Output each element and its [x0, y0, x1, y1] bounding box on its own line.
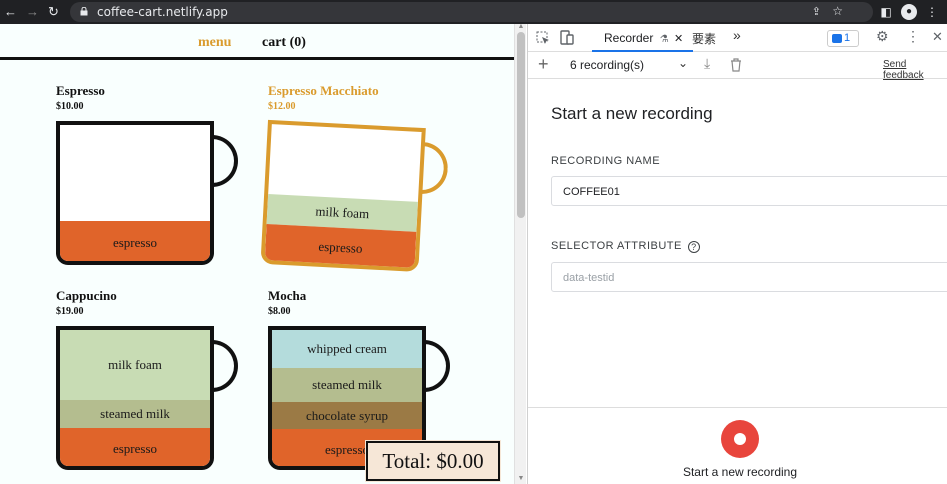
cup-body[interactable]: milk foam steamed milk espresso — [56, 326, 214, 470]
layer-milk-foam: milk foam — [60, 330, 210, 400]
reload-icon[interactable]: ↻ — [48, 4, 59, 20]
cup-cappucino[interactable]: milk foam steamed milk espresso — [56, 326, 238, 476]
recorder-footer: Start a new recording — [528, 407, 947, 484]
lock-icon — [80, 7, 88, 16]
layer-chocolate-syrup: chocolate syrup — [272, 402, 422, 429]
layer-espresso: espresso — [60, 428, 210, 466]
download-icon[interactable]: ⤓ — [704, 55, 710, 72]
coffee-cart-page: menu cart (0) Espresso $10.00 espresso E… — [0, 24, 514, 484]
share-icon[interactable]: ⇪ — [812, 5, 821, 18]
inspect-element-icon[interactable] — [536, 31, 550, 45]
kebab-menu-icon[interactable]: ⋮ — [924, 4, 940, 20]
start-recording-caption: Start a new recording — [682, 465, 798, 479]
recording-form-title: Start a new recording — [551, 104, 713, 123]
back-arrow-icon[interactable]: ← — [4, 4, 17, 20]
layer-whipped-cream: whipped cream — [272, 330, 422, 368]
top-nav: menu cart (0) — [0, 24, 514, 60]
cup-handle — [210, 340, 238, 392]
product-name-mocha: Mocha — [268, 288, 307, 303]
product-price-espresso: $10.00 — [56, 101, 84, 112]
experiment-flask-icon: ⚗ — [659, 34, 669, 45]
side-panel-icon[interactable]: ◧ — [878, 4, 894, 20]
address-bar[interactable]: coffee-cart.netlify.app ⇪ ☆ — [70, 2, 873, 22]
cup-handle — [422, 340, 450, 392]
product-name-espresso-macchiato: Espresso Macchiato — [268, 83, 379, 98]
recording-name-input[interactable]: COFFEE01 — [551, 176, 947, 206]
selector-attribute-input[interactable]: data-testid — [551, 262, 947, 292]
record-dot-icon — [734, 433, 746, 445]
product-name-espresso: Espresso — [56, 83, 105, 98]
product-price-espresso-macchiato: $12.00 — [268, 101, 296, 112]
cup-body[interactable]: milk foam espresso — [260, 119, 426, 272]
layer-steamed-milk: steamed milk — [60, 400, 210, 428]
more-tabs-icon[interactable]: » — [733, 27, 741, 43]
url-text: coffee-cart.netlify.app — [97, 5, 228, 19]
forward-arrow-icon[interactable]: → — [26, 4, 39, 20]
product-name-cappucino: Cappucino — [56, 288, 117, 303]
tab-recorder[interactable]: Recorder ⚗ ✕ — [592, 24, 694, 52]
close-devtools-icon[interactable]: ✕ — [932, 29, 943, 45]
close-tab-icon[interactable]: ✕ — [674, 33, 683, 45]
cup-espresso-macchiato[interactable]: milk foam espresso — [260, 119, 450, 278]
trash-icon[interactable] — [730, 58, 742, 72]
recorder-toolbar: + 6 recording(s) ⌄ ⤓ Send feedback — [528, 52, 947, 81]
scroll-down-arrow-icon[interactable]: ▼ — [517, 475, 525, 482]
recording-name-label: RECORDING NAME — [551, 155, 661, 167]
devtools-tabbar: Recorder ⚗ ✕ 要素 » 1 ⚙ ⋮ ✕ — [528, 24, 947, 52]
layer-espresso: espresso — [60, 221, 210, 261]
layer-espresso: espresso — [264, 223, 417, 272]
selector-attribute-label: SELECTOR ATTRIBUTE — [551, 240, 682, 252]
start-recording-button[interactable] — [721, 420, 759, 458]
chevron-down-icon[interactable]: ⌄ — [678, 56, 688, 70]
devtools-menu-icon[interactable]: ⋮ — [906, 28, 920, 45]
bookmark-star-icon[interactable]: ☆ — [832, 4, 843, 18]
product-price-cappucino: $19.00 — [56, 306, 84, 317]
devtools-panel: Recorder ⚗ ✕ 要素 » 1 ⚙ ⋮ ✕ + 6 recording(… — [527, 24, 947, 484]
issues-count: 1 — [844, 32, 851, 44]
scrollbar-thumb[interactable] — [517, 32, 525, 218]
issues-badge[interactable]: 1 — [827, 30, 859, 47]
cup-handle — [210, 135, 238, 187]
cup-espresso[interactable]: espresso — [56, 121, 238, 271]
device-toolbar-icon[interactable] — [560, 30, 574, 46]
settings-gear-icon[interactable]: ⚙ — [876, 28, 889, 45]
recordings-select[interactable]: 6 recording(s) — [570, 58, 644, 72]
page-scrollbar[interactable]: ▲ ▼ — [514, 23, 526, 484]
total-button[interactable]: Total: $0.00 — [366, 441, 500, 481]
add-recording-icon[interactable]: + — [538, 55, 549, 73]
selector-attribute-label-row: SELECTOR ATTRIBUTE? — [551, 240, 700, 253]
tab-elements[interactable]: 要素 — [692, 30, 716, 47]
message-icon — [832, 34, 842, 43]
nav-cart-link[interactable]: cart (0) — [262, 35, 306, 51]
layer-steamed-milk: steamed milk — [272, 368, 422, 402]
cup-body[interactable]: espresso — [56, 121, 214, 265]
profile-avatar-icon[interactable]: ● — [901, 4, 917, 20]
browser-toolbar: ← → ↻ coffee-cart.netlify.app ⇪ ☆ ◧ ● ⋮ — [0, 0, 947, 24]
help-icon[interactable]: ? — [687, 241, 700, 253]
tab-recorder-label: Recorder — [604, 31, 654, 45]
scroll-up-arrow-icon[interactable]: ▲ — [517, 23, 525, 30]
send-feedback-link[interactable]: Send feedback — [883, 59, 947, 81]
product-price-mocha: $8.00 — [268, 306, 291, 317]
nav-menu-link[interactable]: menu — [198, 35, 231, 51]
